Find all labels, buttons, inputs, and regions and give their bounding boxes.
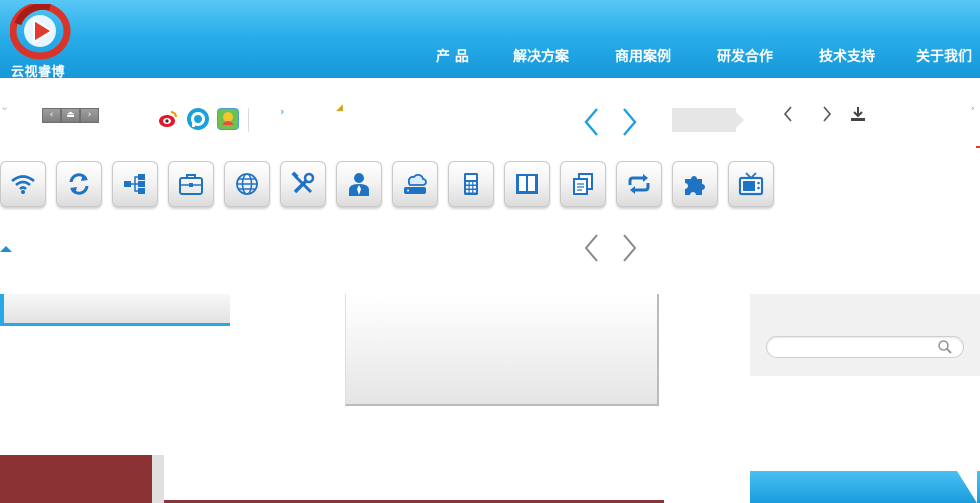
main-nav: 产 品 解决方案 商用案例 研发合作 技术支持 关于我们 [0,46,980,66]
prev-arrow-button[interactable] [783,105,793,128]
nav-item-cooperation[interactable]: 研发合作 [717,46,773,66]
cloud-storage-icon[interactable] [392,161,438,207]
eject-button[interactable]: ⏏ [61,108,80,123]
search-icon[interactable] [937,339,953,355]
divider [248,108,249,132]
globe-icon[interactable] [224,161,270,207]
label-tag [672,108,744,132]
tv-icon[interactable] [728,161,774,207]
wifi-icon[interactable] [0,161,46,207]
next-arrow-button[interactable] [822,105,832,128]
slider-prev-button[interactable] [583,233,599,269]
search-panel [750,294,980,376]
corner-icon: ◢ [336,103,343,113]
content-panel [345,294,659,406]
nav-item-cases[interactable]: 商用案例 [615,46,671,66]
slider-next-button[interactable] [622,233,638,269]
search-input[interactable] [766,336,964,358]
tools-icon[interactable] [280,161,326,207]
banner-divider [152,455,164,503]
briefcase-icon[interactable] [168,161,214,207]
next-small-button[interactable]: › [80,108,99,123]
copy-icon[interactable] [560,161,606,207]
tencent-icon[interactable] [187,108,209,130]
tab-notch [957,471,977,503]
carousel-prev-button[interactable] [583,107,599,143]
weibo-icon[interactable] [157,108,179,130]
repeat-icon[interactable] [616,161,662,207]
red-marker [976,146,980,148]
carousel-next-button[interactable] [622,107,638,143]
red-banner [0,455,152,503]
chevron-right-icon[interactable]: › [280,105,284,118]
nav-item-about[interactable]: 关于我们 [916,46,972,66]
calculator-icon[interactable] [448,161,494,207]
book-icon[interactable] [504,161,550,207]
chevron-right-icon[interactable]: › [971,104,975,114]
page: 云视睿博 产 品 解决方案 商用案例 研发合作 技术支持 关于我们 ⌄ ‹ ⏏ … [0,0,980,503]
renren-icon[interactable] [217,108,239,130]
blue-section-tab[interactable] [750,471,980,503]
puzzle-icon[interactable] [672,161,718,207]
user-icon[interactable] [336,161,382,207]
chevron-down-icon[interactable]: ⌄ [0,100,9,113]
download-icon[interactable] [850,106,866,127]
refresh-icon[interactable] [56,161,102,207]
network-icon[interactable] [112,161,158,207]
header: 云视睿博 产 品 解决方案 商用案例 研发合作 技术支持 关于我们 [0,0,980,80]
nav-item-solutions[interactable]: 解决方案 [513,46,569,66]
nav-item-products[interactable]: 产 品 [436,46,469,66]
prev-small-button[interactable]: ‹ [42,108,61,123]
mini-button-group: ‹ ⏏ › [42,108,99,123]
nav-item-support[interactable]: 技术支持 [819,46,875,66]
scroll-up-icon[interactable] [0,246,12,252]
section-tab[interactable] [0,294,230,326]
